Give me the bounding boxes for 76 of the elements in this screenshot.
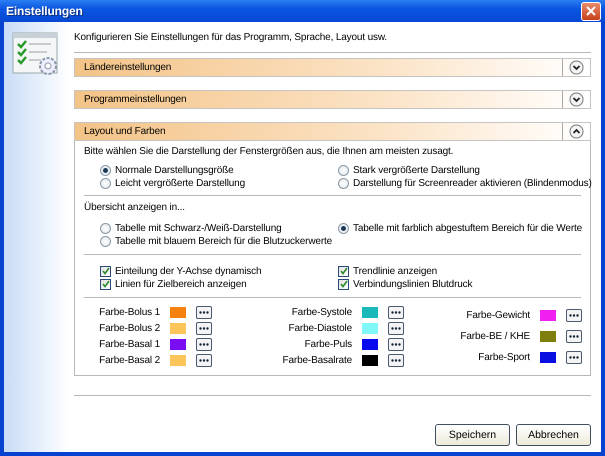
section-title: Programmeinstellungen bbox=[84, 94, 188, 105]
color-label: Farbe-Basalrate bbox=[282, 355, 352, 366]
chevron-up-icon bbox=[569, 124, 584, 139]
checkbox-label: Einteilung der Y-Achse dynamisch bbox=[115, 266, 262, 276]
color-label: Farbe-Systole bbox=[290, 307, 352, 318]
color-label: Farbe-Sport bbox=[477, 352, 530, 364]
settings-checklist-icon bbox=[12, 32, 60, 78]
color-picker-button[interactable] bbox=[566, 351, 582, 364]
option-label: Leicht vergrößerte Darstellung bbox=[115, 178, 246, 188]
ellipsis-icon bbox=[199, 311, 209, 314]
radio-button[interactable] bbox=[100, 178, 111, 188]
section-header[interactable]: Layout und Farben bbox=[74, 122, 591, 141]
color-picker-button[interactable] bbox=[196, 338, 212, 351]
ellipsis-icon bbox=[569, 334, 579, 338]
color-picker-button[interactable] bbox=[196, 306, 212, 319]
color-picker-button[interactable] bbox=[196, 322, 212, 335]
chevron-down-icon bbox=[569, 92, 584, 107]
color-picker-button[interactable] bbox=[388, 354, 404, 367]
checkbox[interactable] bbox=[100, 278, 111, 290]
ellipsis-icon bbox=[199, 327, 209, 330]
radio-option[interactable]: Stark vergrößerte Darstellung bbox=[338, 164, 592, 176]
section-header[interactable]: Ländereinstellungen bbox=[74, 58, 591, 77]
option-label: Normale Darstellungsgröße bbox=[115, 164, 234, 176]
color-picker-button[interactable] bbox=[388, 338, 404, 351]
color-label: Farbe-Gewicht bbox=[465, 310, 530, 321]
checkbox[interactable] bbox=[100, 266, 111, 276]
ellipsis-icon bbox=[569, 314, 579, 317]
chevron-down-icon bbox=[569, 60, 584, 75]
checkbox[interactable] bbox=[338, 278, 349, 290]
section-title: Layout und Farben bbox=[84, 126, 166, 137]
option-label: Tabelle mit Schwarz-/Weiß-Darstellung bbox=[115, 222, 282, 234]
color-label: Farbe-Bolus 2 bbox=[98, 323, 160, 334]
ellipsis-icon bbox=[199, 359, 209, 362]
prompt-text: Bitte wählen Sie die Darstellung der Fenstergrößen aus, die Ihnen am meisten zusagt. bbox=[84, 146, 454, 157]
radio-button[interactable] bbox=[100, 236, 111, 246]
ellipsis-icon bbox=[569, 356, 579, 360]
window-title: Einstellungen bbox=[6, 4, 83, 18]
radio-button[interactable] bbox=[338, 178, 349, 188]
radio-button[interactable] bbox=[100, 164, 111, 176]
checkbox-label: Trendlinie anzeigen bbox=[353, 266, 438, 276]
option-label: Stark vergrößerte Darstellung bbox=[353, 164, 480, 176]
color-picker-button[interactable] bbox=[566, 330, 582, 343]
radio-option[interactable]: Tabelle mit Schwarz-/Weiß-Darstellung bbox=[100, 222, 338, 234]
ellipsis-icon bbox=[391, 343, 401, 346]
color-label: Farbe-Diastole bbox=[288, 323, 352, 334]
radio-option[interactable]: Leicht vergrößerte Darstellung bbox=[100, 177, 338, 189]
radio-button[interactable] bbox=[338, 164, 349, 176]
section-header[interactable]: Programmeinstellungen bbox=[74, 90, 591, 109]
color-picker-button[interactable] bbox=[388, 322, 404, 335]
section-title: Ländereinstellungen bbox=[84, 62, 172, 73]
close-button[interactable] bbox=[581, 2, 601, 20]
checkbox-label: Linien für Zielbereich anzeigen bbox=[115, 278, 247, 290]
checkbox[interactable] bbox=[338, 266, 349, 276]
checkbox-label: Verbindungslinien Blutdruck bbox=[353, 278, 472, 290]
ellipsis-icon bbox=[391, 359, 401, 362]
color-label: Farbe-Puls bbox=[304, 339, 352, 350]
color-label: Farbe-Basal 1 bbox=[98, 339, 160, 350]
radio-button[interactable] bbox=[100, 222, 111, 234]
dialog-button[interactable]: Speichern bbox=[435, 424, 510, 446]
dialog-button[interactable]: Abbrechen bbox=[516, 424, 591, 446]
intro-text: Konfigurieren Sie Einstellungen für das Programm, Sprache, Layout usw. bbox=[74, 32, 388, 45]
close-icon bbox=[586, 6, 596, 16]
radio-option[interactable]: Normale Darstellungsgröße bbox=[100, 164, 338, 176]
color-label: Farbe-Bolus 1 bbox=[98, 307, 160, 318]
color-picker-button[interactable] bbox=[566, 308, 582, 322]
ellipsis-icon bbox=[391, 327, 401, 330]
radio-button[interactable] bbox=[338, 222, 349, 234]
option-label: Tabelle mit blauem Bereich für die Blutzuckerwerte bbox=[115, 236, 332, 246]
color-picker-button[interactable] bbox=[388, 306, 404, 319]
prompt-text: Übersicht anzeigen in... bbox=[84, 202, 185, 213]
ellipsis-icon bbox=[391, 311, 401, 314]
ellipsis-icon bbox=[199, 343, 209, 346]
color-label: Farbe-Basal 2 bbox=[98, 355, 160, 366]
radio-option[interactable]: Tabelle mit blauem Bereich für die Blutzuckerwerte bbox=[100, 235, 338, 247]
color-label: Farbe-BE / KHE bbox=[459, 330, 530, 342]
color-picker-button[interactable] bbox=[196, 354, 212, 367]
